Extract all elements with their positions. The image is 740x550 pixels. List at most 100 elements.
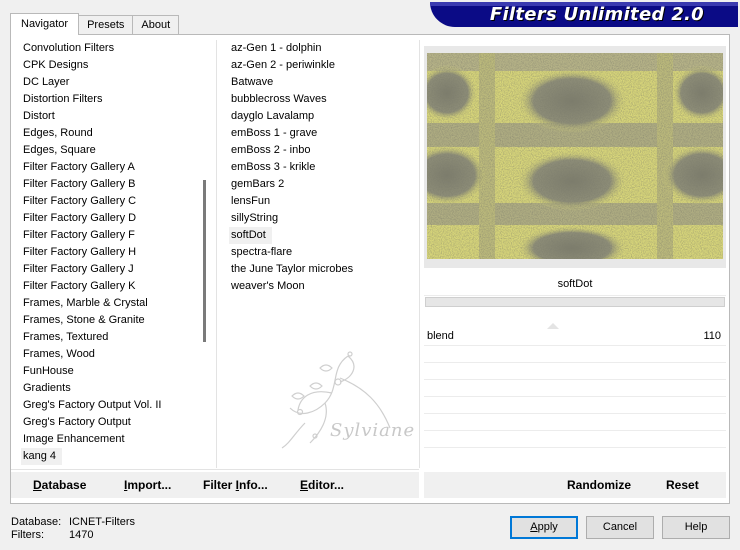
category-item[interactable]: Edges, Square bbox=[21, 142, 197, 159]
category-item-label: Frames, Textured bbox=[23, 331, 109, 343]
param-row[interactable]: blend 110 bbox=[424, 323, 726, 346]
filter-item-label: the June Taylor microbes bbox=[231, 263, 354, 275]
settings-panel: softDot blend 110 bbox=[424, 272, 726, 468]
filter-item[interactable]: sillyString bbox=[229, 210, 414, 227]
app-title: Filters Unlimited 2.0 bbox=[489, 4, 704, 25]
filter-item[interactable]: dayglo Lavalamp bbox=[229, 108, 414, 125]
filter-item[interactable]: emBoss 1 - grave bbox=[229, 125, 414, 142]
apply-button[interactable]: Apply bbox=[510, 516, 578, 539]
filter-item-label: emBoss 2 - inbo bbox=[231, 144, 311, 156]
tab-bar: Navigator Presets About bbox=[10, 13, 180, 35]
filter-item[interactable]: emBoss 3 - krikle bbox=[229, 159, 414, 176]
category-item-label: CPK Designs bbox=[23, 59, 89, 71]
category-item[interactable]: Filter Factory Gallery B bbox=[21, 176, 197, 193]
filter-item[interactable]: Batwave bbox=[229, 74, 414, 91]
category-item[interactable]: Filter Factory Gallery H bbox=[21, 244, 197, 261]
filter-item[interactable]: lensFun bbox=[229, 193, 414, 210]
filter-item-label: az-Gen 1 - dolphin bbox=[231, 42, 322, 54]
category-item-label: Greg's Factory Output bbox=[23, 416, 131, 428]
category-item[interactable]: Distort bbox=[21, 108, 197, 125]
category-item-label: Filter Factory Gallery H bbox=[23, 246, 137, 258]
category-item-label: Filter Factory Gallery F bbox=[23, 229, 135, 241]
category-item[interactable]: Greg's Factory Output bbox=[21, 414, 197, 431]
category-item[interactable]: Frames, Textured bbox=[21, 329, 197, 346]
category-item-label: Filter Factory Gallery A bbox=[23, 161, 135, 173]
category-item[interactable]: Frames, Marble & Crystal bbox=[21, 295, 197, 312]
category-item[interactable]: Greg's Factory Output Vol. II bbox=[21, 397, 197, 414]
filter-item[interactable]: gemBars 2 bbox=[229, 176, 414, 193]
slider-marker[interactable] bbox=[547, 323, 559, 329]
scroll-thumb[interactable] bbox=[203, 180, 206, 342]
tab-navigator[interactable]: Navigator bbox=[10, 13, 80, 35]
param-row-empty bbox=[424, 431, 726, 448]
filter-item-label: dayglo Lavalamp bbox=[231, 110, 315, 122]
filters-count: 1470 bbox=[69, 529, 94, 541]
filter-item-label: bubblecross Waves bbox=[231, 93, 327, 105]
category-item-label: Distort bbox=[23, 110, 55, 122]
editor-button[interactable]: Editor... bbox=[300, 478, 344, 492]
category-scrollbar[interactable] bbox=[198, 40, 214, 468]
category-item-label: Convolution Filters bbox=[23, 42, 115, 54]
category-item[interactable]: Filter Factory Gallery A bbox=[21, 159, 197, 176]
filter-item-label: emBoss 3 - krikle bbox=[231, 161, 316, 173]
param-row-empty bbox=[424, 397, 726, 414]
category-item-label: Filter Factory Gallery K bbox=[23, 280, 136, 292]
watermark-flourish-icon bbox=[281, 351, 391, 449]
category-item[interactable]: Gradients bbox=[21, 380, 197, 397]
category-item[interactable]: DC Layer bbox=[21, 74, 197, 91]
filter-item[interactable]: emBoss 2 - inbo bbox=[229, 142, 414, 159]
category-item[interactable]: Filter Factory Gallery J bbox=[21, 261, 197, 278]
category-item[interactable]: Distortion Filters bbox=[21, 91, 197, 108]
filter-item[interactable]: az-Gen 2 - periwinkle bbox=[229, 57, 414, 74]
category-item-label: Frames, Marble & Crystal bbox=[23, 297, 148, 309]
tab-about[interactable]: About bbox=[132, 15, 180, 35]
help-button[interactable]: Help bbox=[662, 516, 730, 539]
category-item[interactable]: Filter Factory Gallery K bbox=[21, 278, 197, 295]
database-value: ICNET-Filters bbox=[69, 516, 135, 528]
category-item[interactable]: CPK Designs bbox=[21, 57, 197, 74]
category-item[interactable]: kang 4 bbox=[21, 448, 197, 465]
filter-info-button[interactable]: Filter Info... bbox=[203, 478, 268, 492]
category-item[interactable]: FunHouse bbox=[21, 363, 197, 380]
filters-label: Filters: bbox=[11, 529, 44, 541]
watermark-text: Sylviane bbox=[330, 420, 416, 441]
import-button[interactable]: Import... bbox=[124, 478, 171, 492]
category-item-label: Filter Factory Gallery D bbox=[23, 212, 137, 224]
filter-item-label: gemBars 2 bbox=[231, 178, 285, 190]
param-row-empty bbox=[424, 380, 726, 397]
filter-item[interactable]: az-Gen 1 - dolphin bbox=[229, 40, 414, 57]
category-item[interactable]: Frames, Stone & Granite bbox=[21, 312, 197, 329]
category-item[interactable]: Frames, Wood bbox=[21, 346, 197, 363]
filter-item[interactable]: the June Taylor microbes bbox=[229, 261, 414, 278]
category-item[interactable]: Image Enhancement bbox=[21, 431, 197, 448]
category-item[interactable]: Filter Factory Gallery D bbox=[21, 210, 197, 227]
filter-item-label: spectra-flare bbox=[231, 246, 293, 258]
randomize-button[interactable]: Randomize bbox=[567, 478, 631, 492]
tab-presets[interactable]: Presets bbox=[78, 15, 134, 35]
filter-item[interactable]: bubblecross Waves bbox=[229, 91, 414, 108]
app-banner: Filters Unlimited 2.0 bbox=[430, 2, 738, 27]
category-item-label: Edges, Square bbox=[23, 144, 96, 156]
filter-item-label: emBoss 1 - grave bbox=[231, 127, 318, 139]
preview-frame bbox=[424, 46, 726, 268]
param-row-empty bbox=[424, 346, 726, 363]
database-button[interactable]: Database bbox=[33, 478, 86, 492]
category-item-label: Distortion Filters bbox=[23, 93, 103, 105]
filter-item[interactable]: weaver's Moon bbox=[229, 278, 414, 295]
reset-button[interactable]: Reset bbox=[666, 478, 699, 492]
category-item[interactable]: Filter Factory Gallery F bbox=[21, 227, 197, 244]
param-value: 110 bbox=[703, 330, 721, 342]
param-label: blend bbox=[427, 330, 454, 342]
filter-item[interactable]: spectra-flare bbox=[229, 244, 414, 261]
cancel-button[interactable]: Cancel bbox=[586, 516, 654, 539]
category-item[interactable]: Filter Factory Gallery C bbox=[21, 193, 197, 210]
filter-preview bbox=[427, 53, 723, 259]
category-list[interactable]: Convolution Filters CPK Designs DC Layer Di… bbox=[21, 40, 197, 468]
param-row-empty bbox=[424, 414, 726, 431]
filter-item[interactable]: softDot bbox=[229, 227, 414, 244]
category-item-label: Filter Factory Gallery B bbox=[23, 178, 136, 190]
category-item[interactable]: Convolution Filters bbox=[21, 40, 197, 57]
category-item-label: Frames, Stone & Granite bbox=[23, 314, 145, 326]
category-item[interactable]: Edges, Round bbox=[21, 125, 197, 142]
category-item-label: Greg's Factory Output Vol. II bbox=[23, 399, 162, 411]
